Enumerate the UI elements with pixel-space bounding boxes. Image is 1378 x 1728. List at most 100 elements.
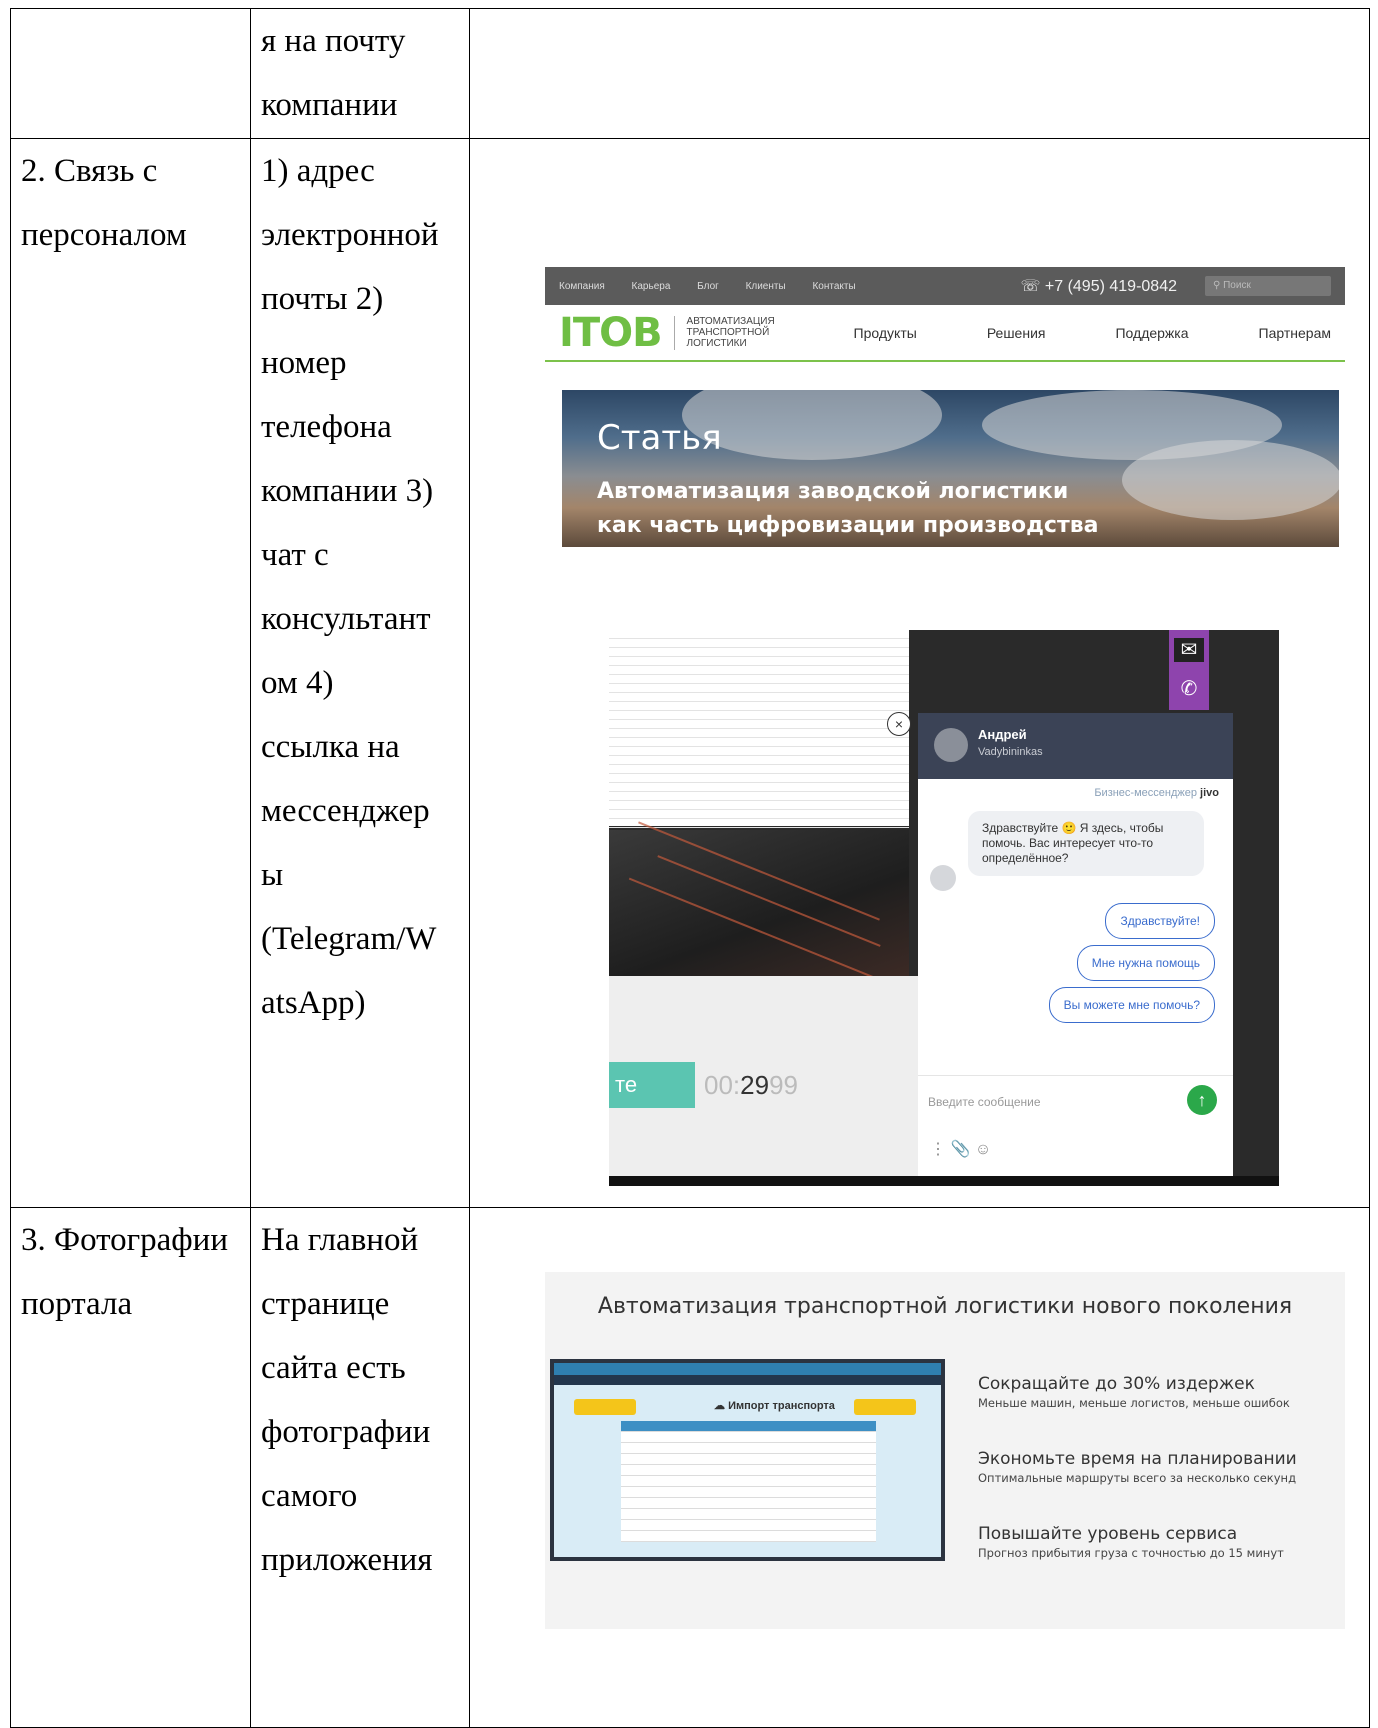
cell-line: 3. Фотографии — [21, 1222, 229, 1258]
phone-number[interactable]: ☏ +7 (495) 419-0842 — [1020, 276, 1177, 296]
top-bar: Компания Карьера Блог Клиенты Контакты ☏… — [545, 267, 1345, 305]
cell-line: ы — [261, 857, 284, 893]
cell-line: консультант — [261, 601, 431, 637]
quick-reply-button[interactable]: Вы можете мне помочь? — [1048, 987, 1215, 1023]
paperclip-icon[interactable]: 📎 — [950, 1141, 970, 1158]
cell-line: я на почту — [261, 23, 406, 59]
taskbar-strip — [609, 1176, 1279, 1186]
cta-button[interactable]: те — [609, 1062, 695, 1108]
quick-reply-button[interactable]: Мне нужна помощь — [1076, 945, 1215, 981]
cell-line: 1) адрес — [261, 153, 375, 189]
table-cell: 3. Фотографии портала — [10, 1207, 251, 1728]
itob-website-screenshot: Компания Карьера Блог Клиенты Контакты ☏… — [545, 267, 1345, 547]
cell-line: персоналом — [21, 217, 187, 253]
cell-line: компании — [261, 87, 398, 123]
search-input[interactable]: ⚲ Поиск — [1205, 276, 1331, 296]
banner-subtitle: Автоматизация заводской логистики как ча… — [597, 475, 1098, 543]
close-icon[interactable]: × — [887, 712, 911, 736]
banner-subtitle-line: как часть цифровизации производства — [597, 513, 1099, 538]
banner-title: Статья — [597, 418, 722, 458]
cell-line: сайта есть — [261, 1350, 406, 1386]
agent-name: Андрей — [978, 727, 1027, 742]
nav-item[interactable]: Контакты — [812, 281, 855, 292]
table-cell — [469, 8, 1370, 139]
more-icon[interactable]: ⋮ — [930, 1141, 946, 1158]
viber-icon[interactable]: ✆ — [1174, 674, 1204, 704]
cell-line: телефона — [261, 409, 392, 445]
top-nav: Компания Карьера Блог Клиенты Контакты — [559, 281, 880, 292]
table-cell: я на почту компании — [249, 8, 471, 139]
road-image — [609, 821, 909, 985]
avatar — [930, 865, 956, 891]
app-screenshot-monitor: ☁ Импорт транспорта — [550, 1359, 945, 1561]
phone-icon: ☏ — [1020, 278, 1045, 295]
smiley-icon[interactable]: ☺ — [975, 1141, 991, 1158]
yellow-button — [854, 1399, 916, 1415]
chat-header: Андрей Vadybininkas — [918, 713, 1233, 779]
avatar — [934, 728, 968, 762]
menu-item[interactable]: Решения — [987, 325, 1046, 341]
chat-window: Андрей Vadybininkas Бизнес-мессенджер ji… — [918, 713, 1233, 1186]
cell-line: компании 3) — [261, 473, 434, 509]
menu-item[interactable]: Партнерам — [1259, 325, 1331, 341]
feature-desc: Меньше машин, меньше логистов, меньше ош… — [978, 1396, 1290, 1410]
table-cell: 1) адрес электронной почты 2) номер теле… — [249, 138, 471, 1208]
cell-line: портала — [21, 1286, 133, 1322]
site-header: ITOB АВТОМАТИЗАЦИЯ ТРАНСПОРТНОЙ ЛОГИСТИК… — [545, 305, 1345, 362]
nav-item[interactable]: Клиенты — [746, 281, 786, 292]
quick-reply-button[interactable]: Здравствуйте! — [1105, 903, 1215, 939]
itob-logo[interactable]: ITOB — [559, 310, 663, 356]
feature-item: Повышайте уровень сервиса Прогноз прибыт… — [978, 1524, 1284, 1560]
cell-line: чат с — [261, 537, 329, 573]
section-title: Автоматизация транспортной логистики нов… — [597, 1294, 1293, 1319]
logo-tagline: АВТОМАТИЗАЦИЯ ТРАНСПОРТНОЙ ЛОГИСТИКИ — [686, 316, 775, 349]
feature-desc: Прогноз прибытия груза с точностью до 15… — [978, 1546, 1284, 1560]
cell-line: 2. Связь с — [21, 153, 158, 189]
menu-item[interactable]: Продукты — [854, 325, 917, 341]
chat-message: Здравствуйте 🙂 Я здесь, чтобы помочь. Ва… — [968, 811, 1204, 876]
cell-line: ом 4) — [261, 665, 334, 701]
nav-item[interactable]: Компания — [559, 281, 605, 292]
menu-item[interactable]: Поддержка — [1115, 325, 1188, 341]
cloud-icon: ☁ — [714, 1400, 729, 1412]
nav-item[interactable]: Карьера — [632, 281, 671, 292]
table-row: я на почту компании — [10, 8, 1370, 139]
cell-line: почты 2) — [261, 281, 384, 317]
agent-handle: Vadybininkas — [978, 746, 1043, 758]
main-menu: Продукты Решения Поддержка Партнерам — [784, 325, 1331, 341]
mail-icon[interactable]: ✉ — [1174, 638, 1204, 662]
cell-line: atsApp) — [261, 985, 366, 1021]
screen-title: ☁ Импорт транспорта — [714, 1400, 835, 1412]
cell-line: (Telegram/W — [261, 921, 437, 957]
input-divider — [918, 1075, 1233, 1076]
cell-line: ссылка на — [261, 729, 400, 765]
app-screen: ☁ Импорт транспорта — [554, 1363, 941, 1557]
cell-line: приложения — [261, 1542, 433, 1578]
feature-item: Экономьте время на планировании Оптималь… — [978, 1449, 1297, 1485]
cell-line: На главной — [261, 1222, 419, 1258]
logo-divider — [673, 315, 675, 350]
cloud-shape — [1122, 440, 1339, 520]
message-input[interactable]: Введите сообщение — [928, 1095, 1041, 1109]
chat-brand[interactable]: Бизнес-мессенджер jivo — [1094, 787, 1219, 799]
contact-side-panel: ✉ ✆ — [1169, 630, 1209, 710]
portal-homepage-screenshot: Автоматизация транспортной логистики нов… — [545, 1272, 1345, 1629]
send-button[interactable]: ↑ — [1187, 1085, 1217, 1115]
countdown-timer: 00:2999 — [704, 1070, 798, 1100]
cell-line: странице — [261, 1286, 390, 1322]
chat-widget-screenshot: те 00:2999 ✉ ✆ × Андрей Vadybininkas Биз… — [609, 630, 1279, 1186]
banner-subtitle-line: Автоматизация заводской логистики — [597, 479, 1069, 504]
cell-line: номер — [261, 345, 347, 381]
table-cell: 2. Связь с персоналом — [10, 138, 251, 1208]
cell-line: фотографии — [261, 1414, 431, 1450]
feature-title: Экономьте время на планировании — [978, 1449, 1297, 1469]
table-cell — [10, 8, 251, 139]
feature-title: Повышайте уровень сервиса — [978, 1524, 1238, 1544]
article-banner[interactable]: Статья Автоматизация заводской логистики… — [562, 390, 1339, 547]
feature-item: Сокращайте до 30% издержек Меньше машин,… — [978, 1374, 1290, 1410]
nav-item[interactable]: Блог — [697, 281, 719, 292]
cell-line: мессенджер — [261, 793, 430, 829]
feature-title: Сокращайте до 30% издержек — [978, 1374, 1255, 1394]
feature-desc: Оптимальные маршруты всего за несколько … — [978, 1471, 1297, 1485]
data-grid — [621, 1421, 876, 1542]
